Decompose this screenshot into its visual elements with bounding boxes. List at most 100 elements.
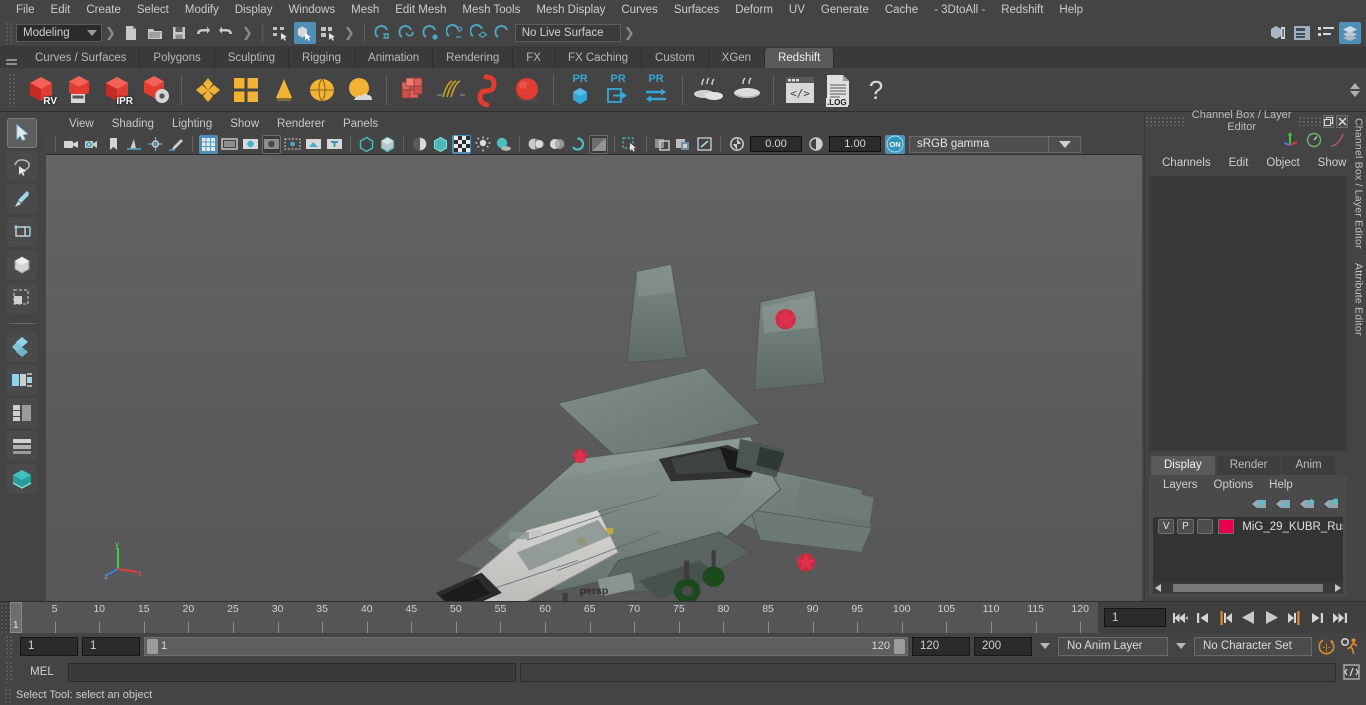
character-set-field[interactable]: No Character Set <box>1194 636 1312 656</box>
layer-menu-layers[interactable]: Layers <box>1155 479 1206 491</box>
channel-menu-channels[interactable]: Channels <box>1153 157 1220 169</box>
create-layer-from-selected-icon[interactable] <box>1323 497 1339 513</box>
textured-mode-icon[interactable] <box>431 135 450 154</box>
xray-icon[interactable] <box>653 135 672 154</box>
layer-shading-toggle[interactable] <box>1196 519 1213 534</box>
step-forward-key-button[interactable] <box>1307 608 1327 628</box>
range-slider-left-handle[interactable] <box>147 638 158 654</box>
lasso-tool-button[interactable] <box>7 151 37 181</box>
time-slider-grip[interactable] <box>0 602 10 633</box>
layer-visibility-toggle[interactable]: V <box>1158 519 1175 534</box>
make-live-button[interactable] <box>492 22 514 44</box>
screen-space-ao-icon[interactable] <box>526 135 545 154</box>
move-layer-down-icon[interactable] <box>1275 497 1291 513</box>
shelf-tab-rendering[interactable]: Rendering <box>433 48 514 68</box>
layer-tab-display[interactable]: Display <box>1151 456 1215 475</box>
panel-menu-shading[interactable]: Shading <box>103 118 163 130</box>
hypershade-layout-button[interactable] <box>7 464 37 494</box>
menu-deform[interactable]: Deform <box>727 0 781 20</box>
channel-menu-object[interactable]: Object <box>1257 157 1308 169</box>
shadows-icon[interactable] <box>494 135 513 154</box>
help-line-grip[interactable] <box>4 688 12 702</box>
xray-joints-icon[interactable] <box>674 135 693 154</box>
panel-close-button[interactable] <box>1336 114 1348 128</box>
layer-list[interactable]: V P MiG_29_KUBR_Russian <box>1153 517 1343 582</box>
exposure-field[interactable]: 0.00 <box>750 136 802 152</box>
playback-end-time-field[interactable]: 120 <box>912 636 970 656</box>
go-to-end-button[interactable] <box>1330 608 1350 628</box>
status-line-grip[interactable] <box>5 22 13 44</box>
animation-start-time-field[interactable]: 1 <box>20 636 78 656</box>
shelf-scroll-up-icon[interactable] <box>1350 82 1360 89</box>
shelf-tab-custom[interactable]: Custom <box>642 48 709 68</box>
shelf-redshift-material-blender-icon[interactable] <box>228 72 264 108</box>
paint-select-tool-button[interactable] <box>7 184 37 214</box>
isolate-select-icon[interactable] <box>621 135 640 154</box>
play-forwards-button[interactable] <box>1261 608 1281 628</box>
shelf-tab-sculpting[interactable]: Sculpting <box>214 48 290 68</box>
manipulator-axes-icon[interactable] <box>1282 131 1299 151</box>
create-empty-layer-icon[interactable] <box>1299 497 1315 513</box>
show-hide-modeling-toolkit-button[interactable] <box>1267 22 1289 44</box>
channel-box-content[interactable] <box>1149 176 1347 451</box>
snap-to-view-planes-button[interactable] <box>468 22 490 44</box>
layer-menu-options[interactable]: Options <box>1206 479 1262 491</box>
menu-mesh[interactable]: Mesh <box>343 0 387 20</box>
menu-cache[interactable]: Cache <box>877 0 926 20</box>
animation-end-time-field[interactable]: 200 <box>974 636 1032 656</box>
menu-create[interactable]: Create <box>78 0 129 20</box>
color-transform-field[interactable]: sRGB gamma <box>909 135 1049 153</box>
panel-menu-view[interactable]: View <box>60 118 103 130</box>
channel-menu-show[interactable]: Show <box>1309 157 1356 169</box>
current-time-indicator[interactable]: 1 <box>10 602 22 633</box>
view-compass-button[interactable] <box>7 332 37 362</box>
shelf-redshift-pr-transfer-icon[interactable]: PR <box>638 72 674 108</box>
speed-gauge-icon[interactable] <box>1306 132 1322 151</box>
perspective-viewport[interactable]: y x z persp <box>46 155 1142 601</box>
command-input-field[interactable] <box>68 662 516 682</box>
go-to-start-button[interactable] <box>1169 608 1189 628</box>
shelf-redshift-rv-icon[interactable]: RV <box>23 72 59 108</box>
show-grid-icon[interactable] <box>199 134 218 154</box>
layer-menu-help[interactable]: Help <box>1261 479 1301 491</box>
shelf-tab-redshift[interactable]: Redshift <box>765 48 835 68</box>
single-perspective-layout-button[interactable] <box>7 365 37 395</box>
new-scene-button[interactable] <box>120 22 142 44</box>
character-set-dropdown-arrow[interactable] <box>1172 643 1190 649</box>
color-transform-dropdown-arrow[interactable] <box>1049 135 1081 153</box>
color-management-toggle-icon[interactable]: ON <box>885 134 905 154</box>
channel-menu-edit[interactable]: Edit <box>1220 157 1258 169</box>
shelf-redshift-pr-export-icon[interactable]: PR <box>600 72 636 108</box>
menu-set-selector[interactable]: Modeling <box>16 24 102 42</box>
shelf-redshift-hair-icon[interactable] <box>433 72 469 108</box>
scrollbar-thumb[interactable] <box>1172 584 1323 592</box>
panel-undock-button[interactable] <box>1322 114 1335 128</box>
panel-title-grip[interactable] <box>1145 116 1185 126</box>
gate-mask-icon[interactable] <box>262 134 281 154</box>
step-back-key-button[interactable] <box>1192 608 1212 628</box>
shelf-redshift-environment-icon[interactable] <box>342 72 378 108</box>
range-slider-track[interactable]: 1 120 <box>144 636 908 656</box>
snap-to-grid-button[interactable] <box>372 22 394 44</box>
curve-editor-icon[interactable] <box>1329 132 1345 151</box>
layer-tab-render[interactable]: Render <box>1216 456 1281 475</box>
command-response-field[interactable] <box>520 662 1336 682</box>
undo-button[interactable] <box>192 22 214 44</box>
bookmark-icon[interactable] <box>104 135 123 154</box>
smooth-shade-all-icon[interactable] <box>378 135 397 154</box>
panel-menu-panels[interactable]: Panels <box>334 118 387 130</box>
menu-mesh-display[interactable]: Mesh Display <box>528 0 613 20</box>
film-gate-icon[interactable] <box>220 135 239 154</box>
command-line-grip[interactable] <box>5 661 13 683</box>
vertical-tab-channel-box[interactable]: Channel Box / Layer Editor <box>1352 118 1364 249</box>
shelf-redshift-log-icon[interactable]: .LOG <box>820 72 856 108</box>
select-tool-button[interactable] <box>7 118 37 148</box>
image-plane-icon[interactable] <box>125 135 144 154</box>
shelf-redshift-bake-icon[interactable] <box>729 72 765 108</box>
shelf-scroll-arrows[interactable] <box>1350 82 1366 97</box>
menu-generate[interactable]: Generate <box>813 0 877 20</box>
animation-preferences-button[interactable] <box>1340 636 1360 656</box>
two-pane-layout-button[interactable] <box>7 398 37 428</box>
menu-redshift[interactable]: Redshift <box>993 0 1051 20</box>
shade-options-icon[interactable] <box>410 135 429 154</box>
